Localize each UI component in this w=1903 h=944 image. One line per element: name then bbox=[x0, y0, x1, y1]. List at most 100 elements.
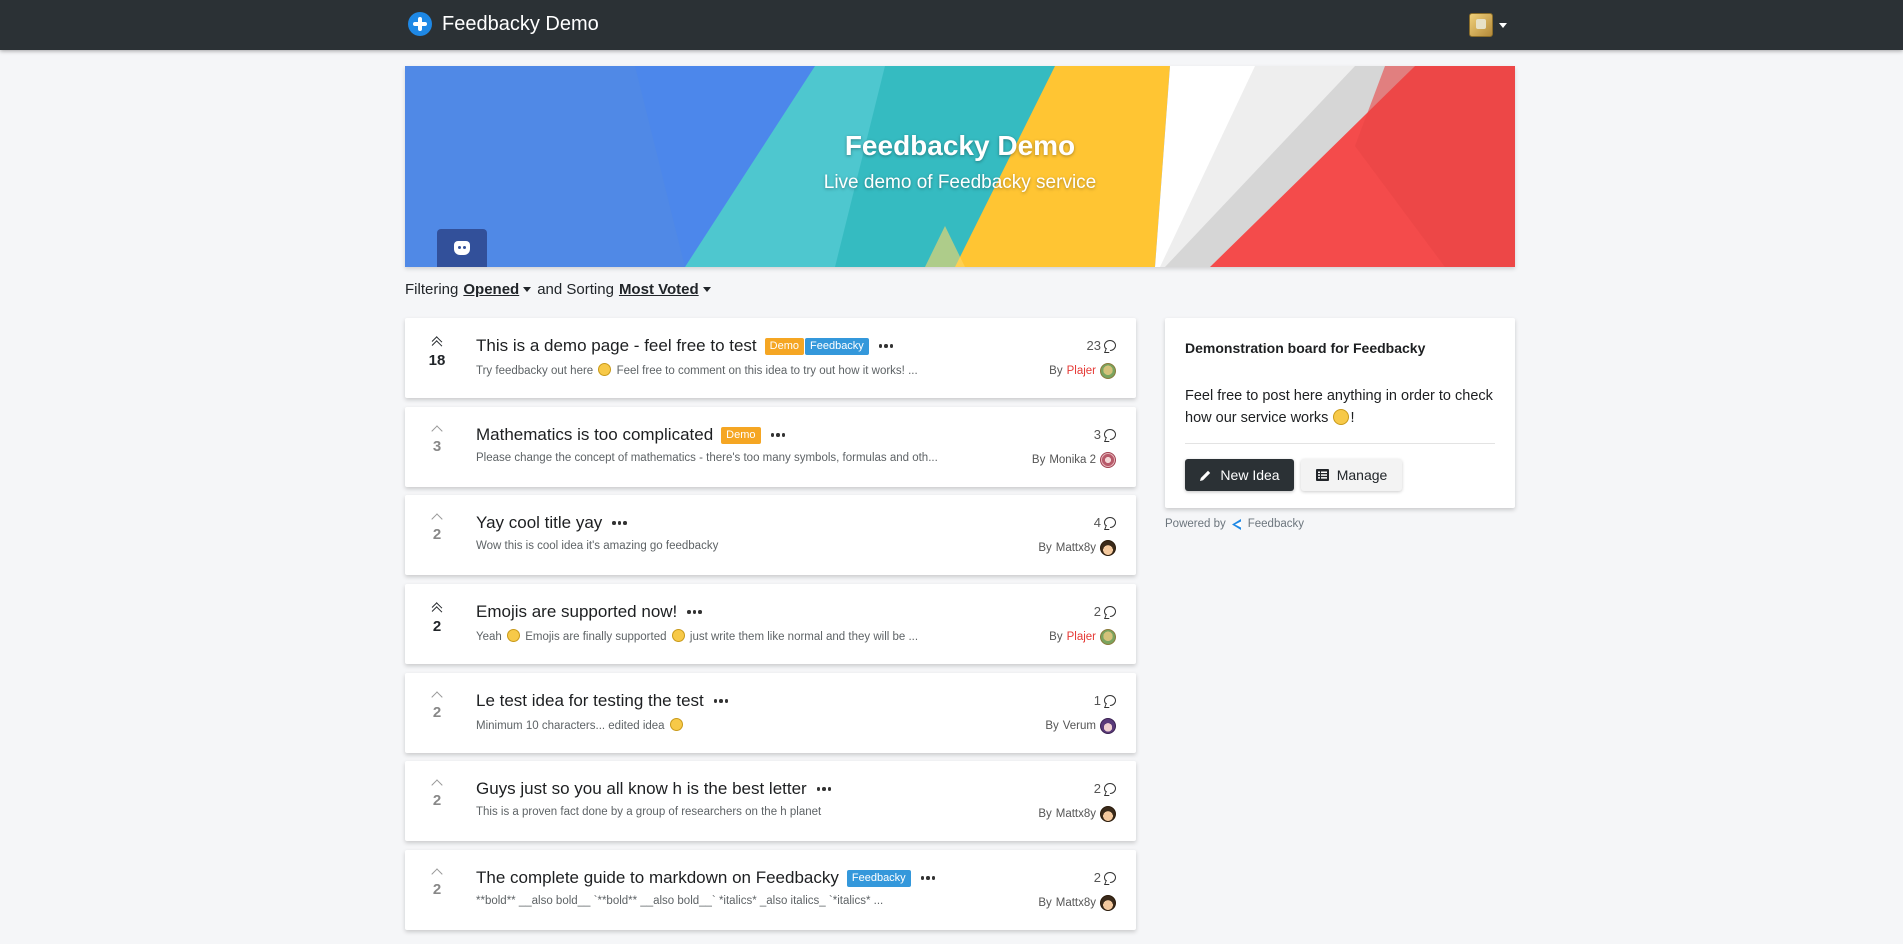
idea-title[interactable]: Yay cool title yay bbox=[476, 513, 602, 533]
feedbacky-logo-icon bbox=[408, 12, 432, 36]
board-info-card: Demonstration board for Feedbacky Feel f… bbox=[1165, 318, 1515, 508]
idea-author: By Monika 2 bbox=[1032, 452, 1116, 468]
sorting-label: and Sorting bbox=[537, 281, 614, 298]
filtering-label: Filtering bbox=[405, 281, 459, 298]
smile-emoji-icon bbox=[669, 718, 683, 731]
pencil-icon bbox=[1200, 470, 1211, 481]
idea-author: By Plajer bbox=[1049, 363, 1116, 379]
author-avatar bbox=[1100, 718, 1116, 734]
idea-card[interactable]: 2 Yay cool title yay Wow this is cool idea… bbox=[405, 495, 1136, 575]
smile-emoji-icon bbox=[598, 363, 612, 376]
banner-title: Feedbacky Demo bbox=[844, 130, 1076, 161]
discord-icon bbox=[454, 241, 470, 255]
idea-author: By Mattx8y bbox=[1038, 806, 1116, 822]
idea-author: By Verum bbox=[1045, 718, 1116, 734]
sort-value: Most Voted bbox=[618, 281, 699, 298]
vote-count: 2 bbox=[432, 526, 442, 543]
more-options-icon[interactable] bbox=[713, 699, 729, 703]
desc-text: Try feedbacky out here bbox=[476, 365, 594, 377]
idea-card[interactable]: 18 This is a demo page - feel free to tes… bbox=[405, 318, 1136, 398]
brand-link[interactable]: Feedbacky Demo bbox=[408, 12, 599, 36]
vote-count: 3 bbox=[432, 438, 442, 455]
comment-number: 1 bbox=[1093, 693, 1101, 708]
comment-count: 2 bbox=[1094, 870, 1116, 885]
author-name: Verum bbox=[1062, 720, 1096, 732]
desc-text: Minimum 10 characters... edited idea bbox=[476, 720, 665, 732]
powered-by-link[interactable]: Feedbacky bbox=[1248, 518, 1304, 530]
idea-title[interactable]: Le test idea for testing the test bbox=[476, 691, 704, 711]
comment-number: 23 bbox=[1086, 338, 1101, 353]
idea-description: Try feedbacky out here Feel free to comm… bbox=[476, 363, 918, 377]
idea-card[interactable]: 2 The complete guide to markdown on Feedb… bbox=[405, 850, 1136, 930]
idea-description: Please change the concept of mathematics… bbox=[476, 452, 938, 464]
sort-dropdown[interactable]: Most Voted bbox=[619, 281, 711, 298]
idea-title[interactable]: Mathematics is too complicated bbox=[476, 425, 713, 445]
upvote-button[interactable]: 2 bbox=[419, 691, 455, 721]
by-label: By bbox=[1038, 897, 1052, 909]
chevron-up-icon bbox=[431, 513, 443, 525]
idea-card[interactable]: 2 Emojis are supported now! Yeah Emojis ar… bbox=[405, 584, 1136, 664]
comment-count: 4 bbox=[1094, 515, 1116, 530]
more-options-icon[interactable] bbox=[920, 876, 936, 880]
manage-button[interactable]: Manage bbox=[1301, 459, 1402, 491]
more-options-icon[interactable] bbox=[612, 521, 627, 525]
upvote-button[interactable]: 18 bbox=[419, 336, 455, 369]
filter-bar: Filtering Opened and Sorting Most Voted bbox=[405, 281, 711, 298]
chevron-up-icon bbox=[431, 691, 443, 703]
vote-count: 2 bbox=[432, 881, 442, 898]
caret-down-icon bbox=[1499, 22, 1507, 28]
author-name: Mattx8y bbox=[1055, 542, 1096, 554]
caret-down-icon bbox=[702, 287, 711, 292]
more-options-icon[interactable] bbox=[878, 344, 894, 348]
idea-description: This is a proven fact done by a group of… bbox=[476, 806, 821, 818]
author-avatar bbox=[1100, 540, 1116, 556]
author-avatar bbox=[1100, 452, 1116, 468]
idea-author: By Plajer bbox=[1049, 629, 1116, 645]
comment-icon bbox=[1104, 606, 1116, 617]
idea-card[interactable]: 2 Guys just so you all know h is the best… bbox=[405, 761, 1136, 841]
powered-by: Powered by Feedbacky bbox=[1165, 518, 1304, 530]
upvote-button[interactable]: 3 bbox=[419, 425, 455, 455]
discord-button[interactable] bbox=[437, 229, 487, 267]
idea-title[interactable]: This is a demo page - feel free to test bbox=[476, 336, 757, 356]
author-avatar bbox=[1100, 806, 1116, 822]
comment-count: 3 bbox=[1094, 427, 1116, 442]
more-options-icon[interactable] bbox=[770, 433, 785, 437]
idea-title-row: The complete guide to markdown on Feedba… bbox=[476, 868, 936, 888]
chevron-up-icon bbox=[431, 425, 443, 437]
comment-icon bbox=[1104, 517, 1116, 528]
idea-description: Minimum 10 characters... edited idea bbox=[476, 718, 685, 732]
upvote-button[interactable]: 2 bbox=[419, 602, 455, 635]
idea-card[interactable]: 3 Mathematics is too complicated Demo Pleas… bbox=[405, 407, 1136, 487]
more-options-icon[interactable] bbox=[816, 787, 832, 791]
idea-description: **bold** __also bold__ `**bold** __also … bbox=[476, 895, 883, 907]
chevron-up-icon bbox=[431, 779, 443, 791]
upvote-button[interactable]: 2 bbox=[419, 513, 455, 543]
idea-title[interactable]: Guys just so you all know h is the best … bbox=[476, 779, 807, 799]
tag-demo: Demo bbox=[764, 337, 804, 355]
by-label: By bbox=[1049, 631, 1063, 643]
idea-title[interactable]: Emojis are supported now! bbox=[476, 602, 677, 622]
idea-author: By Mattx8y bbox=[1038, 540, 1116, 556]
idea-title-row: Le test idea for testing the test bbox=[476, 691, 729, 711]
top-navbar: Feedbacky Demo bbox=[0, 0, 1903, 50]
filter-value: Opened bbox=[463, 281, 520, 298]
vote-count: 2 bbox=[432, 704, 442, 721]
desc-text: Wow this is cool idea it's amazing go fe… bbox=[476, 540, 719, 552]
idea-card[interactable]: 2 Le test idea for testing the test Minimu… bbox=[405, 673, 1136, 753]
upvote-button[interactable]: 2 bbox=[419, 779, 455, 809]
idea-title-row: Guys just so you all know h is the best … bbox=[476, 779, 832, 799]
comment-icon bbox=[1104, 695, 1116, 706]
comment-icon bbox=[1104, 429, 1116, 440]
more-options-icon[interactable] bbox=[687, 610, 702, 614]
tag-feedbacky: Feedbacky bbox=[805, 337, 869, 355]
filter-dropdown[interactable]: Opened bbox=[463, 281, 532, 298]
board-description: Feel free to post here anything in order… bbox=[1185, 385, 1495, 429]
author-avatar bbox=[1100, 629, 1116, 645]
user-menu-dropdown[interactable] bbox=[1469, 13, 1507, 37]
upvote-button[interactable]: 2 bbox=[419, 868, 455, 898]
divider bbox=[1185, 443, 1495, 444]
new-idea-button[interactable]: New Idea bbox=[1185, 459, 1294, 491]
idea-title[interactable]: The complete guide to markdown on Feedba… bbox=[476, 868, 839, 888]
by-label: By bbox=[1031, 454, 1046, 466]
